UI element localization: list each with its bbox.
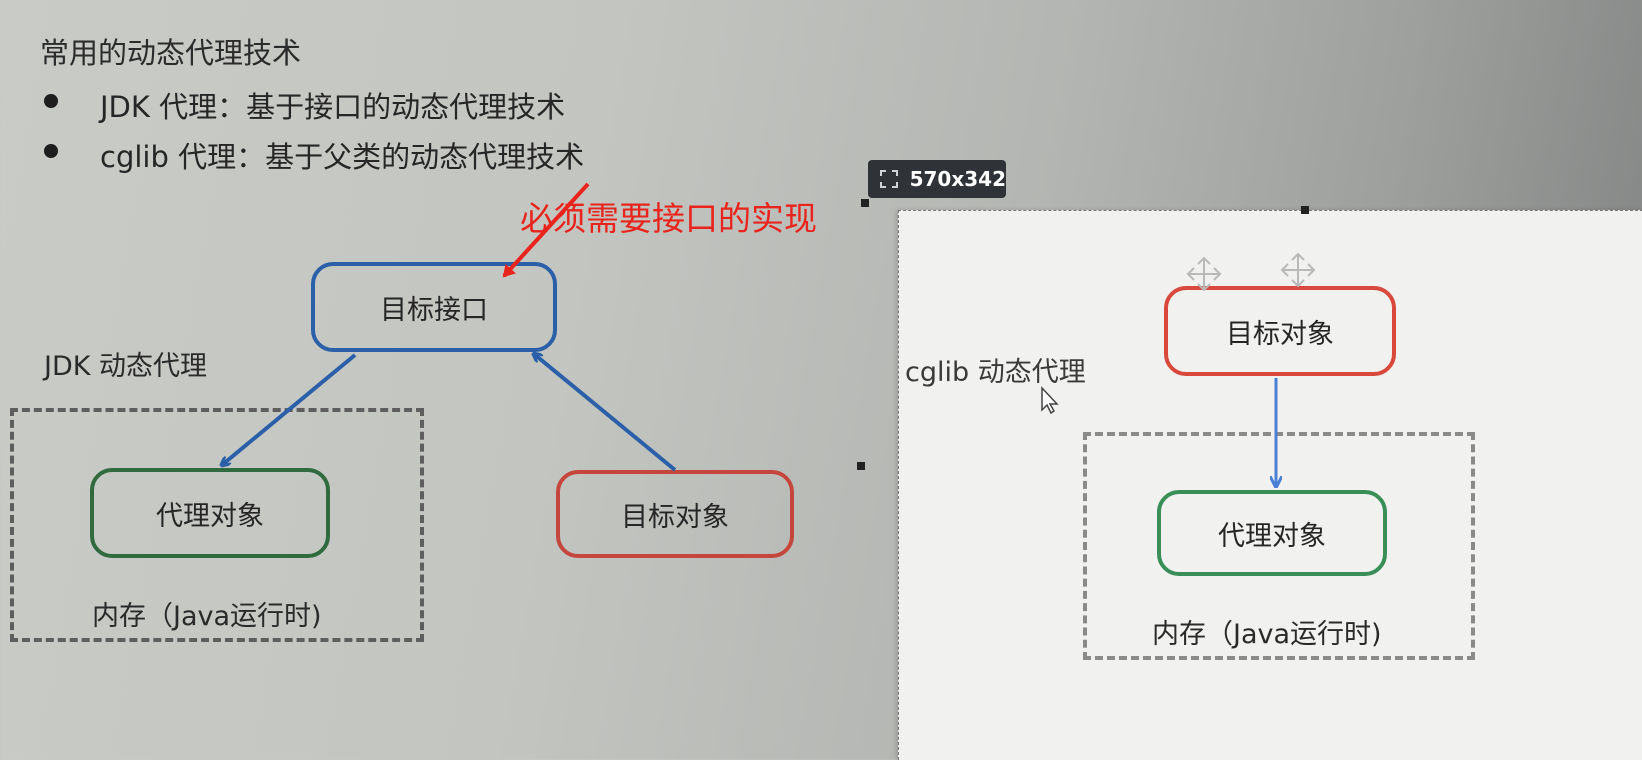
arrow-interface-to-proxy: [222, 353, 357, 465]
cursor-icon: [1041, 386, 1059, 415]
move-icon: [1186, 256, 1222, 292]
arrow-target-to-interface: [534, 354, 677, 472]
move-icon: [1280, 252, 1316, 288]
annotation-arrow: [502, 182, 590, 278]
connector-layer: [0, 182, 1316, 759]
